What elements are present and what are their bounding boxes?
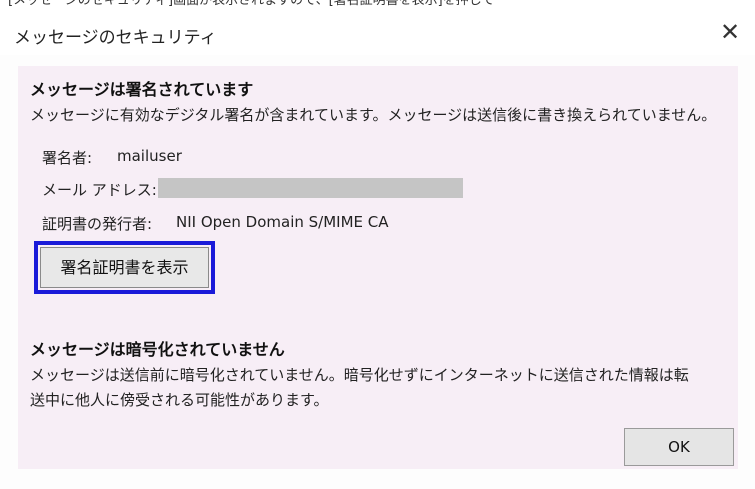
background-instruction-text: [メッセージのセキュリティ]画面が表示されますので、[署名証明書を表示]を押して <box>0 0 755 10</box>
issuer-value: NII Open Domain S/MIME CA <box>176 213 389 231</box>
dialog-content: メッセージは署名されています メッセージに有効なデジタル署名が含まれています。メ… <box>18 66 738 469</box>
signer-value: mailuser <box>117 147 182 165</box>
dialog-titlebar: メッセージのセキュリティ ✕ <box>0 10 755 55</box>
issuer-label: 証明書の発行者: <box>42 215 153 233</box>
encryption-status-title: メッセージは暗号化されていません <box>30 340 285 359</box>
signer-label: 署名者: <box>42 149 93 167</box>
message-security-dialog: メッセージのセキュリティ ✕ メッセージは署名されています メッセージに有効なデ… <box>0 10 755 489</box>
dialog-title: メッセージのセキュリティ <box>14 28 217 48</box>
view-signing-certificate-button[interactable]: 署名証明書を表示 <box>40 247 209 288</box>
ok-button[interactable]: OK <box>624 428 734 466</box>
instruction-text: [メッセージのセキュリティ]画面が表示されますので、[署名証明書を表示]を押して <box>8 0 495 8</box>
signed-status-description: メッセージに有効なデジタル署名が含まれています。メッセージは送信後に書き換えられ… <box>30 106 717 124</box>
email-label: メール アドレス: <box>42 181 157 199</box>
signed-status-title: メッセージは署名されています <box>30 80 254 99</box>
email-redacted-value <box>158 178 463 198</box>
encryption-description-line2: 送中に他人に傍受される可能性があります。 <box>30 391 329 409</box>
encryption-description-line1: メッセージは送信前に暗号化されていません。暗号化せずにインターネットに送信された… <box>30 366 689 384</box>
close-icon[interactable]: ✕ <box>713 16 747 48</box>
